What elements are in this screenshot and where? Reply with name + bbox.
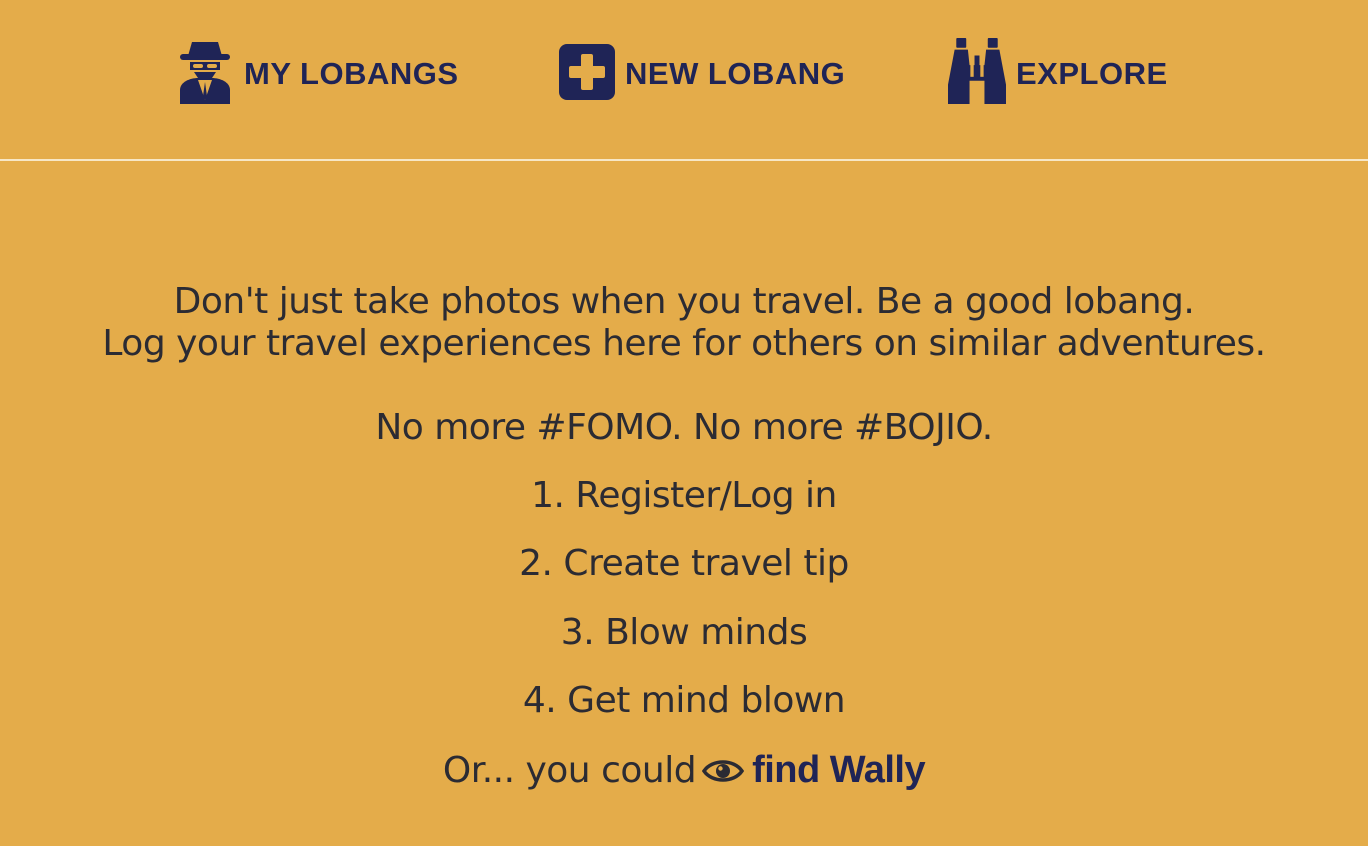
nav-explore[interactable]: EXPLORE [948,38,1168,104]
tagline: No more #FOMO. No more #BOJIO. [375,407,993,448]
intro-line-1: Don't just take photos when you travel. … [173,281,1195,322]
nav-label: EXPLORE [1016,56,1168,91]
binoculars-icon [948,38,1006,104]
spy-icon [176,38,234,104]
find-wally-link[interactable]: find Wally [752,749,926,791]
eye-icon [701,754,745,784]
nav-label: MY LOBANGS [244,56,459,91]
step-item: 1. Register/Log in [531,475,837,516]
nav-label: NEW LOBANG [625,56,846,91]
nav-my-lobangs[interactable]: MY LOBANGS [176,38,459,104]
step-item: 3. Blow minds [560,612,808,653]
find-wally-line: Or... you could find Wally [0,749,1368,792]
nav-new-lobang[interactable]: NEW LOBANG [557,38,845,104]
plus-square-icon [557,38,615,104]
top-nav: MY LOBANGS NEW LOBANG EXPLORE [0,0,1368,161]
step-item: 4. Get mind blown [522,680,846,721]
wally-prefix: Or... you could [442,750,697,791]
intro-line-2: Log your travel experiences here for oth… [102,323,1266,364]
intro-text: Don't just take photos when you travel. … [0,281,1368,365]
step-item: 2. Create travel tip [519,543,849,584]
